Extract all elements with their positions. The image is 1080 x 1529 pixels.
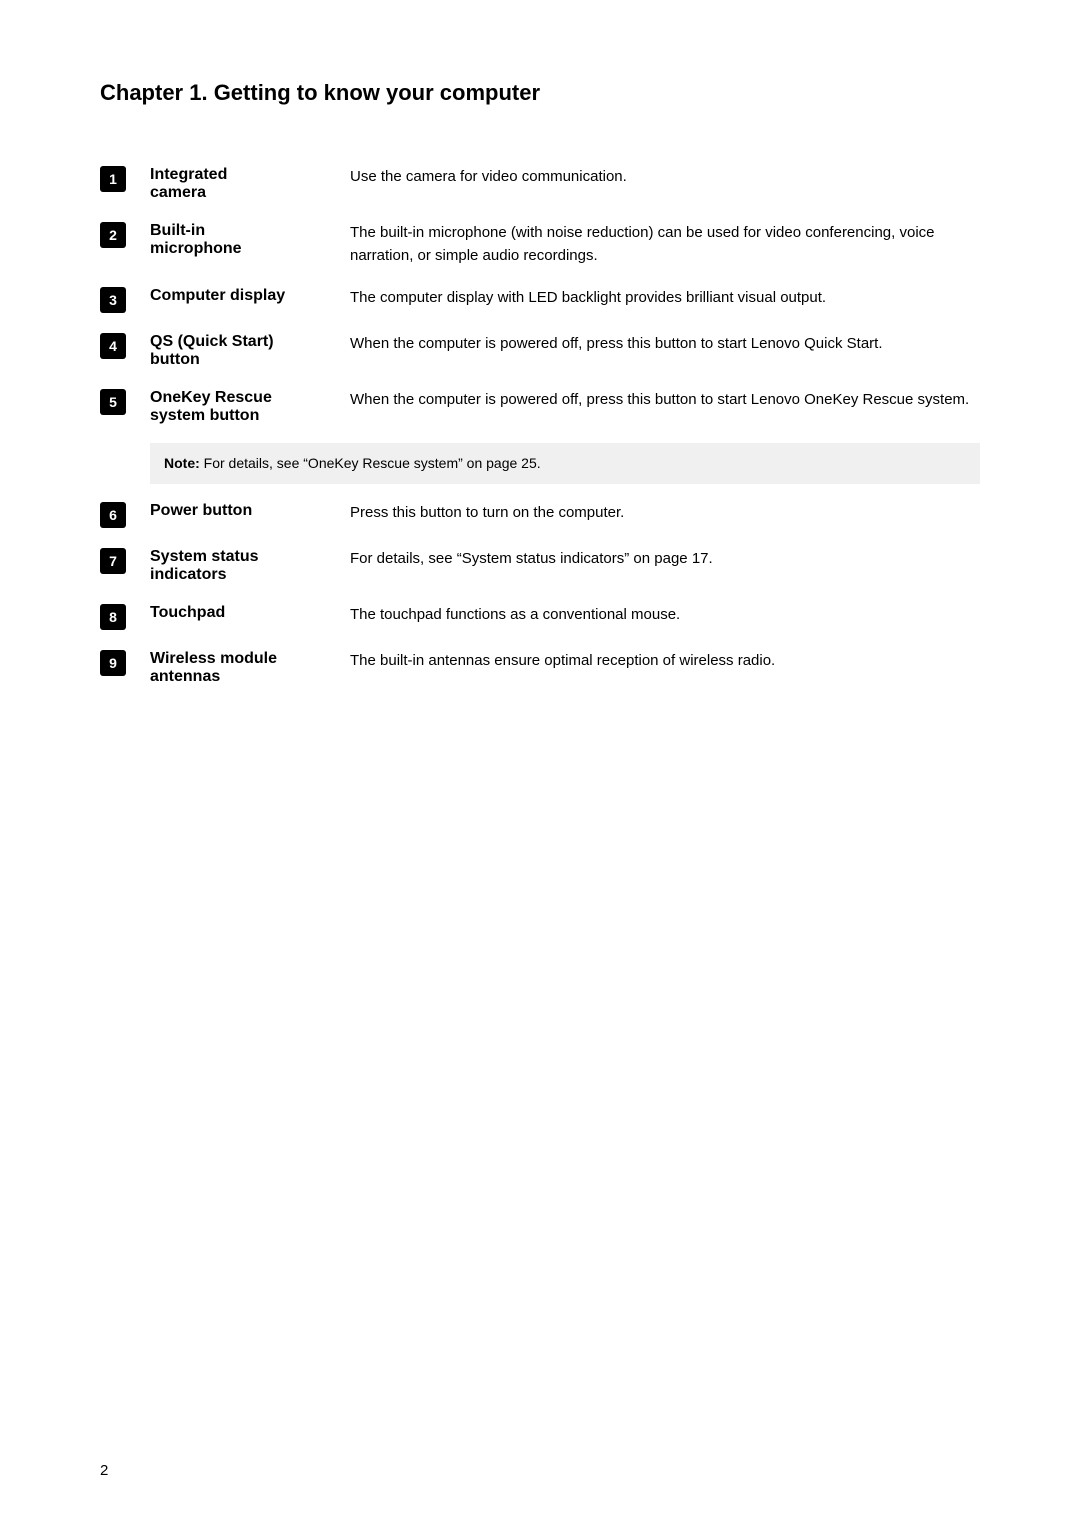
table-row: 7 System statusindicators For details, s… [100,538,980,594]
note-box: Note: For details, see “OneKey Rescue sy… [150,443,980,484]
badge-cell: 2 [100,212,150,277]
table-row: 9 Wireless moduleantennas The built-in a… [100,640,980,696]
badge-cell: 8 [100,594,150,640]
badge-cell: 7 [100,538,150,594]
badge-cell: 3 [100,277,150,323]
desc-cell-3: The computer display with LED backlight … [350,277,980,323]
badge-cell: 6 [100,492,150,538]
page-container: Chapter 1. Getting to know your computer… [0,0,1080,776]
item-badge-8: 8 [100,604,126,630]
badge-cell: 4 [100,323,150,379]
chapter-title: Chapter 1. Getting to know your computer [100,80,980,106]
note-cell: Note: For details, see “OneKey Rescue sy… [150,435,980,492]
item-badge-3: 3 [100,287,126,313]
item-badge-7: 7 [100,548,126,574]
table-row: 6 Power button Press this button to turn… [100,492,980,538]
item-badge-6: 6 [100,502,126,528]
desc-cell-2: The built-in microphone (with noise redu… [350,212,980,277]
badge-cell: 9 [100,640,150,696]
note-row: Note: For details, see “OneKey Rescue sy… [100,435,980,492]
note-text: For details, see “OneKey Rescue system” … [200,455,541,471]
desc-cell-9: The built-in antennas ensure optimal rec… [350,640,980,696]
table-row: 2 Built-inmicrophone The built-in microp… [100,212,980,277]
desc-cell-7: For details, see “System status indicato… [350,538,980,594]
note-badge-spacer [100,435,150,492]
term-cell-7: System statusindicators [150,538,350,594]
term-cell-2: Built-inmicrophone [150,212,350,277]
item-badge-1: 1 [100,166,126,192]
desc-cell-1: Use the camera for video communication. [350,156,980,212]
page-number: 2 [100,1462,108,1479]
term-cell-1: Integratedcamera [150,156,350,212]
desc-cell-4: When the computer is powered off, press … [350,323,980,379]
item-badge-4: 4 [100,333,126,359]
table-row: 1 Integratedcamera Use the camera for vi… [100,156,980,212]
term-cell-9: Wireless moduleantennas [150,640,350,696]
term-cell-8: Touchpad [150,594,350,640]
desc-cell-6: Press this button to turn on the compute… [350,492,980,538]
table-row: 5 OneKey Rescuesystem button When the co… [100,379,980,435]
table-row: 3 Computer display The computer display … [100,277,980,323]
desc-cell-8: The touchpad functions as a conventional… [350,594,980,640]
items-table: 1 Integratedcamera Use the camera for vi… [100,156,980,696]
item-badge-5: 5 [100,389,126,415]
item-badge-2: 2 [100,222,126,248]
term-cell-4: QS (Quick Start)button [150,323,350,379]
note-label: Note: [164,455,200,471]
table-row: 8 Touchpad The touchpad functions as a c… [100,594,980,640]
term-cell-3: Computer display [150,277,350,323]
term-cell-6: Power button [150,492,350,538]
badge-cell: 1 [100,156,150,212]
item-badge-9: 9 [100,650,126,676]
desc-cell-5: When the computer is powered off, press … [350,379,980,435]
term-cell-5: OneKey Rescuesystem button [150,379,350,435]
table-row: 4 QS (Quick Start)button When the comput… [100,323,980,379]
badge-cell: 5 [100,379,150,435]
